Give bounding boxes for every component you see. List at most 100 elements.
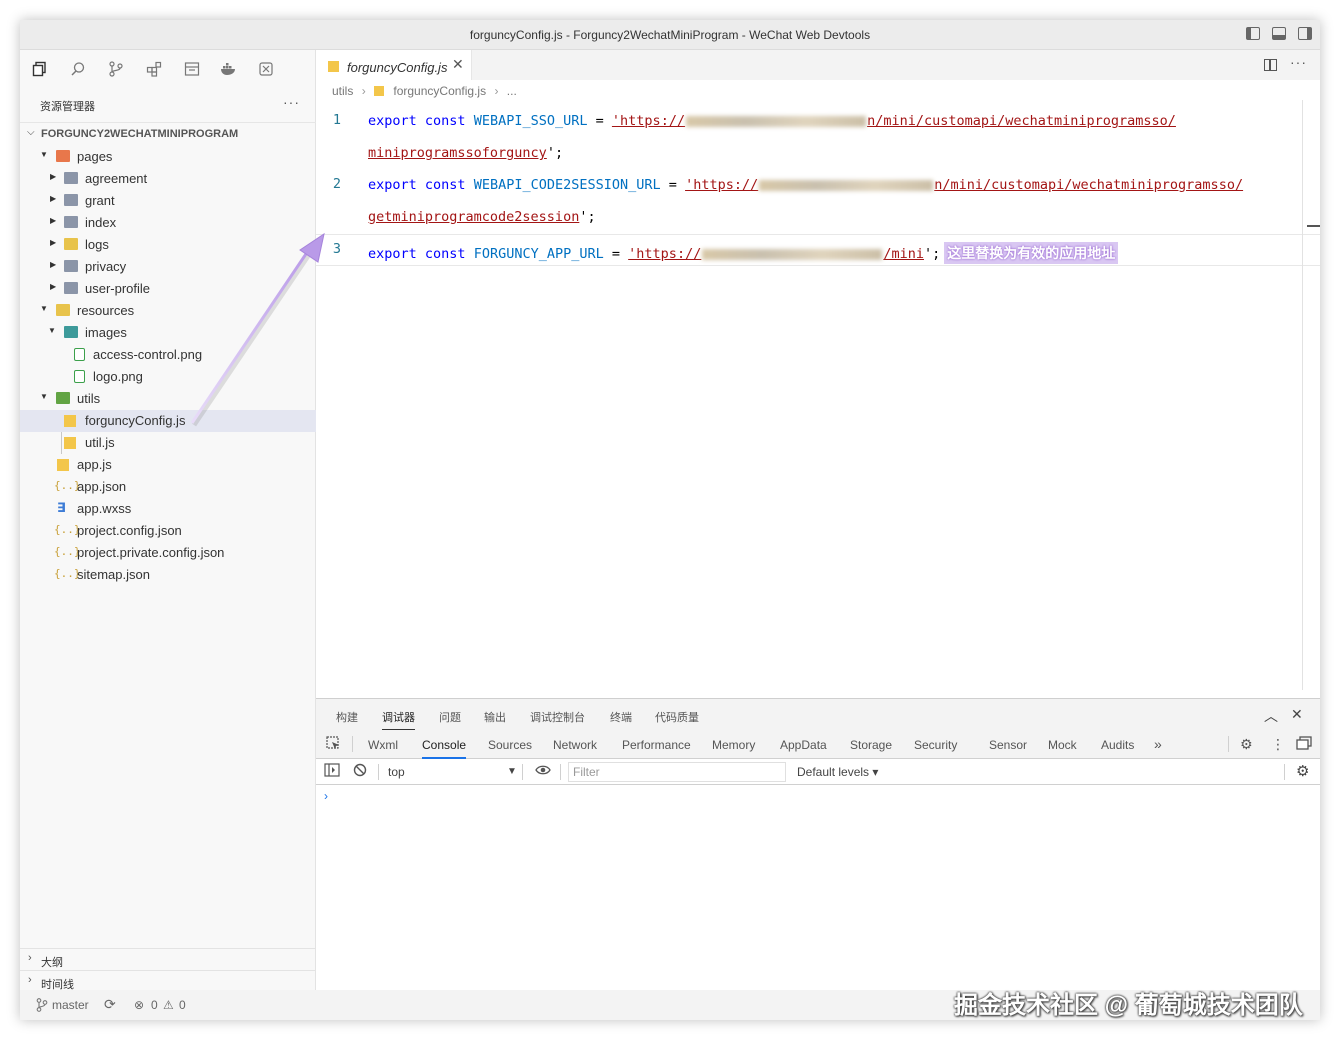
folder-icon (64, 216, 78, 228)
toggle-left-panel-icon[interactable] (1246, 27, 1260, 40)
collapsed-caret-icon: ▶ (50, 238, 57, 247)
breadcrumb-folder[interactable]: utils (332, 84, 353, 98)
tab-mock[interactable]: Mock (1048, 738, 1077, 752)
string-literal: 'https:// (611, 113, 686, 129)
tree-item-access-control-png[interactable]: access-control.png (20, 344, 316, 366)
tree-item-util-js[interactable]: util.js (20, 432, 316, 454)
eye-icon[interactable] (535, 763, 551, 780)
error-icon[interactable]: ⊗ (134, 998, 144, 1012)
tree-item-index[interactable]: ▶ index (20, 212, 316, 234)
tree-item-logo-png[interactable]: logo.png (20, 366, 316, 388)
tree-item-label: access-control.png (93, 347, 203, 362)
editor-more-button[interactable]: ··· (1290, 54, 1307, 70)
docker-icon[interactable] (220, 61, 236, 77)
tab-performance[interactable]: Performance (622, 738, 691, 752)
tab-problems[interactable]: 问题 (439, 709, 461, 725)
toggle-bottom-panel-icon[interactable] (1272, 27, 1286, 40)
warning-count[interactable]: 0 (179, 998, 186, 1012)
tree-item-project-private-config-json[interactable]: {..} project.private.config.json (20, 542, 316, 564)
folder-icon (56, 304, 70, 316)
tab-debugger[interactable]: 调试器 (382, 709, 415, 730)
tree-item-logs[interactable]: ▶ logs (20, 234, 316, 256)
warning-icon[interactable]: ⚠ (163, 998, 174, 1012)
panel-top-tabs: 构建 调试器 问题 输出 调试控制台 终端 代码质量 ︿ ✕ (316, 699, 1320, 731)
inspect-element-icon[interactable] (326, 736, 341, 754)
divider (1284, 764, 1285, 780)
tab-build[interactable]: 构建 (336, 709, 358, 725)
git-branch[interactable]: master (52, 998, 89, 1012)
tree-item-pages[interactable]: ▼ pages (20, 146, 316, 168)
tree-item-app-wxss[interactable]: ∃ app.wxss (20, 498, 316, 520)
context-selector[interactable]: top (388, 765, 405, 779)
tree-item-images[interactable]: ▼ images (20, 322, 316, 344)
string-literal: n/mini/customapi/wechatminiprogramsso/ (867, 113, 1176, 129)
console-prompt[interactable]: › (324, 789, 328, 803)
tab-audits[interactable]: Audits (1101, 738, 1134, 752)
storage-icon[interactable] (184, 61, 200, 77)
extensions-icon[interactable] (146, 61, 162, 77)
split-editor-icon[interactable] (1264, 59, 1277, 71)
tree-item-app-json[interactable]: {..} app.json (20, 476, 316, 498)
tree-item-resources[interactable]: ▼ resources (20, 300, 316, 322)
tree-item-label: images (85, 325, 127, 340)
tree-item-utils[interactable]: ▼ utils (20, 388, 316, 410)
tab-output[interactable]: 输出 (484, 709, 506, 725)
tab-memory[interactable]: Memory (712, 738, 755, 752)
collapsed-caret-icon: ▶ (50, 260, 57, 269)
expanded-caret-icon: ▼ (40, 150, 48, 159)
tree-item-user-profile[interactable]: ▶ user-profile (20, 278, 316, 300)
tree-item-grant[interactable]: ▶ grant (20, 190, 316, 212)
scrollbar-thumb[interactable] (1307, 225, 1320, 227)
tab-sensor[interactable]: Sensor (989, 738, 1027, 752)
tab-network[interactable]: Network (553, 738, 597, 752)
filter-field[interactable] (568, 762, 786, 782)
more-tabs-button[interactable]: » (1154, 736, 1162, 752)
log-levels-dropdown[interactable]: Default levels ▾ (797, 765, 878, 779)
tab-terminal[interactable]: 终端 (610, 709, 632, 725)
tree-item-forguncyconfig-js[interactable]: forguncyConfig.js (20, 410, 316, 432)
clear-console-icon[interactable] (353, 763, 367, 780)
undock-icon[interactable] (1296, 736, 1312, 753)
tree-item-app-js[interactable]: app.js (20, 454, 316, 476)
error-count[interactable]: 0 (151, 998, 158, 1012)
tab-security[interactable]: Security (914, 738, 957, 752)
tree-item-sitemap-json[interactable]: {..} sitemap.json (20, 564, 316, 586)
close-panel-icon[interactable]: ✕ (1291, 706, 1303, 723)
close-icon[interactable]: ✕ (452, 56, 464, 73)
tab-appdata[interactable]: AppData (780, 738, 827, 752)
code-line-current: 3 export const FORGUNCY_APP_URL = 'https… (316, 234, 1320, 266)
explorer-more-button[interactable]: ··· (283, 94, 300, 110)
tab-sources[interactable]: Sources (488, 738, 532, 752)
editor-scrollbar[interactable] (1302, 100, 1303, 690)
source-control-icon[interactable] (108, 61, 124, 77)
divider (522, 764, 523, 780)
settings-gear-icon[interactable]: ⚙ (1240, 736, 1253, 753)
breadcrumb-symbols[interactable]: ... (507, 84, 517, 98)
caret-down-icon[interactable]: ▼ (507, 766, 517, 777)
tab-debug-console[interactable]: 调试控制台 (530, 709, 585, 725)
console-settings-gear-icon[interactable]: ⚙ (1296, 762, 1309, 780)
tree-item-agreement[interactable]: ▶ agreement (20, 168, 316, 190)
outline-section-header[interactable]: › 大纲 (20, 948, 316, 970)
sidebar-toggle-icon[interactable] (324, 763, 340, 780)
maximize-panel-icon[interactable]: ︿ (1264, 706, 1278, 726)
tab-wxml[interactable]: Wxml (368, 738, 398, 752)
tab-code-quality[interactable]: 代码质量 (655, 709, 699, 725)
filter-input[interactable] (569, 763, 779, 781)
timeline-section-header[interactable]: › 时间线 (20, 970, 316, 992)
kebab-menu-icon[interactable]: ⋮ (1271, 736, 1285, 753)
breadcrumb-file[interactable]: forguncyConfig.js (393, 84, 486, 98)
toggle-right-panel-icon[interactable] (1298, 27, 1312, 40)
editor-tab-bar: forguncyConfig.js ✕ ··· (316, 50, 1320, 80)
tree-item-privacy[interactable]: ▶ privacy (20, 256, 316, 278)
tree-item-project-config-json[interactable]: {..} project.config.json (20, 520, 316, 542)
search-icon[interactable] (70, 61, 86, 77)
files-icon[interactable] (32, 61, 48, 77)
tab-console[interactable]: Console (422, 738, 467, 759)
remote-icon[interactable] (258, 61, 274, 77)
file-tree: ▼ pages ▶ agreement ▶ grant ▶ index ▶ lo… (20, 146, 316, 586)
sync-icon[interactable]: ⟳ (104, 996, 116, 1013)
tab-forguncyconfig-js[interactable]: forguncyConfig.js ✕ (316, 50, 472, 80)
project-section-header[interactable]: ⌵ FORGUNCY2WECHATMINIPROGRAM (20, 122, 316, 144)
tab-storage[interactable]: Storage (850, 738, 892, 752)
